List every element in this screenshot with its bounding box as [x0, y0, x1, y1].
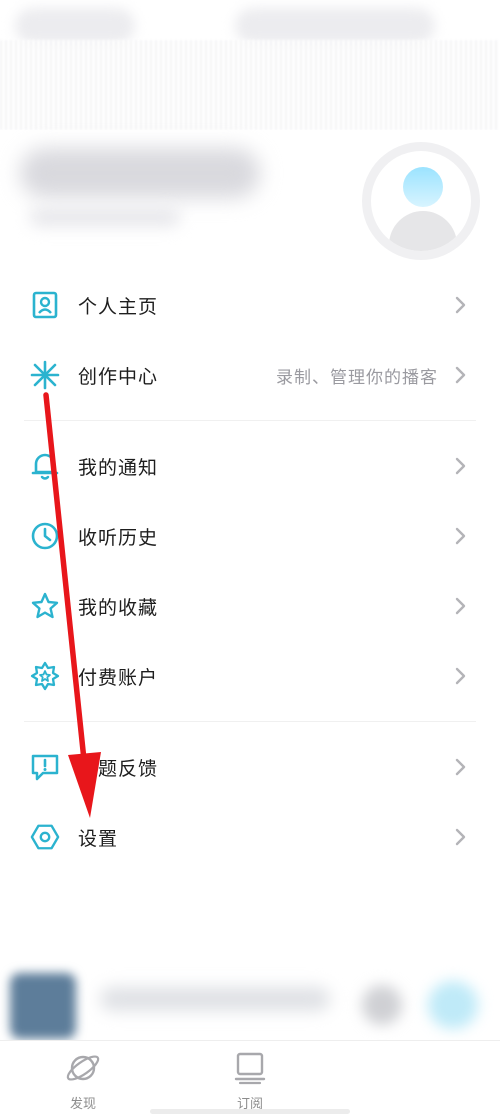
menu-item-label: 我的收藏 — [78, 596, 159, 619]
menu-item-label: 创作中心 — [78, 365, 159, 388]
chevron-right-icon — [455, 597, 466, 615]
monitor-icon — [234, 1052, 266, 1085]
menu-item-favorites[interactable]: 我的收藏 — [0, 571, 500, 641]
mini-player-playlist-button[interactable] — [362, 985, 402, 1025]
tab-discover[interactable]: 发现 — [33, 1049, 133, 1115]
menu-item-notifications[interactable]: 我的通知 — [0, 431, 500, 501]
profile-header[interactable] — [0, 130, 500, 270]
chevron-right-icon — [455, 828, 466, 846]
chevron-right-icon — [455, 527, 466, 545]
star-icon — [30, 591, 60, 621]
section-divider — [24, 721, 476, 722]
menu-item-label: 付费账户 — [78, 666, 159, 689]
avatar[interactable] — [362, 142, 480, 260]
asterisk-spark-icon — [30, 360, 60, 390]
feedback-bubble-icon — [30, 752, 60, 782]
chevron-right-icon — [455, 366, 466, 384]
planet-icon — [66, 1055, 100, 1081]
hexagon-gear-icon — [30, 822, 60, 852]
blurred-user-subtitle — [30, 208, 180, 226]
menu-item-label: 问题反馈 — [78, 757, 159, 780]
blurred-banner — [0, 40, 500, 130]
mini-player-title-blurred — [100, 987, 330, 1011]
mini-player[interactable] — [0, 965, 500, 1040]
blurred-status-left — [15, 8, 135, 44]
mini-player-cover[interactable] — [10, 973, 76, 1039]
badge-star-icon — [30, 661, 60, 691]
bottom-tab-bar: 发现 订阅 — [0, 1040, 500, 1116]
menu-item-label: 收听历史 — [78, 526, 159, 549]
menu-item-hint: 录制、管理你的播客 — [276, 367, 438, 388]
menu-item-history[interactable]: 收听历史 — [0, 501, 500, 571]
chevron-right-icon — [455, 758, 466, 776]
menu-item-label: 我的通知 — [78, 456, 159, 479]
menu-list: 个人主页 创作中心 录制、管理你的播客 我的通知 收听历史 我的收藏 付费账户 … — [0, 270, 500, 872]
tab-subscribe[interactable]: 订阅 — [200, 1049, 300, 1115]
bell-icon — [30, 451, 60, 481]
blurred-header — [0, 0, 500, 130]
clock-icon — [30, 521, 60, 551]
menu-item-label: 个人主页 — [78, 295, 159, 318]
menu-item-creator-center[interactable]: 创作中心 录制、管理你的播客 — [0, 340, 500, 410]
mini-player-play-button[interactable] — [428, 981, 478, 1029]
chevron-right-icon — [455, 667, 466, 685]
menu-item-settings[interactable]: 设置 — [0, 802, 500, 872]
blurred-status-right — [235, 8, 435, 44]
menu-item-feedback[interactable]: 问题反馈 — [0, 732, 500, 802]
default-avatar-icon — [371, 151, 471, 251]
tab-label: 发现 — [69, 1097, 96, 1112]
blurred-username — [20, 148, 260, 198]
home-indicator — [150, 1109, 350, 1114]
chevron-right-icon — [455, 457, 466, 475]
chevron-right-icon — [455, 296, 466, 314]
menu-item-paid-account[interactable]: 付费账户 — [0, 641, 500, 711]
person-card-icon — [30, 290, 60, 320]
menu-item-profile[interactable]: 个人主页 — [0, 270, 500, 340]
section-divider — [24, 420, 476, 421]
menu-item-label: 设置 — [78, 827, 119, 850]
